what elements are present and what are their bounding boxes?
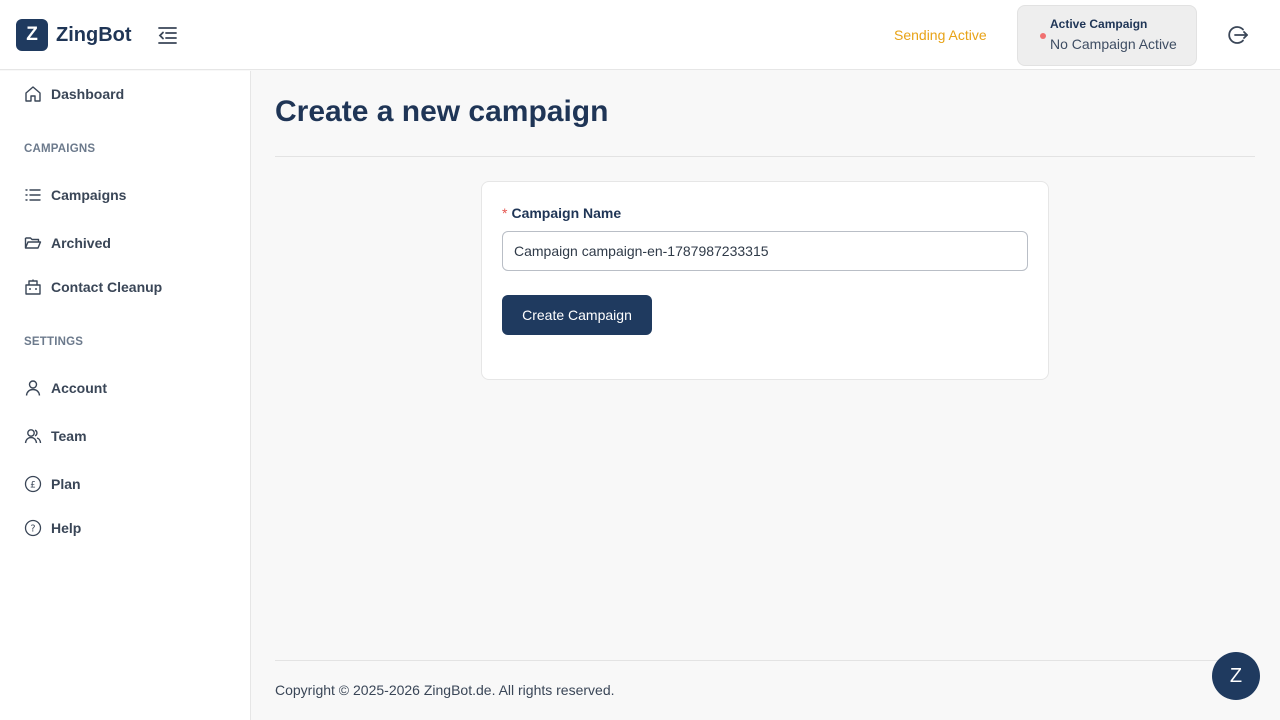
help-circle-icon: ? — [24, 519, 42, 537]
top-header: Z ZingBot Sending Active Active Campaign… — [0, 0, 1280, 70]
sidebar-item-label: Archived — [51, 235, 111, 251]
sidebar-item-label: Plan — [51, 476, 81, 492]
sidebar-item-label: Dashboard — [51, 86, 125, 102]
sending-status: Sending Active — [894, 27, 987, 43]
sidebar-item-label: Account — [51, 380, 107, 396]
campaign-name-input[interactable] — [502, 231, 1028, 271]
campaign-name-label-text: Campaign Name — [511, 205, 622, 221]
page-title: Create a new campaign — [275, 95, 609, 128]
active-campaign-title: Active Campaign — [1050, 17, 1148, 31]
users-icon — [24, 427, 42, 445]
building-icon — [24, 278, 42, 296]
campaign-name-label: * Campaign Name — [502, 205, 621, 221]
sidebar-item-label: Team — [51, 428, 87, 444]
section-label-settings: SETTINGS — [24, 336, 84, 348]
sidebar-item-archived[interactable]: Archived — [24, 231, 111, 255]
logo-mark[interactable]: Z — [16, 19, 48, 51]
folder-open-icon — [24, 234, 42, 252]
active-campaign-value: No Campaign Active — [1050, 36, 1177, 52]
sidebar-item-account[interactable]: Account — [24, 376, 107, 400]
sidebar-item-dashboard[interactable]: Dashboard — [24, 82, 124, 106]
sidebar-item-contact-cleanup[interactable]: Contact Cleanup — [24, 275, 162, 299]
chat-launcher-button[interactable]: Z — [1212, 652, 1260, 700]
sidebar-item-label: Contact Cleanup — [51, 279, 163, 295]
sidebar-item-campaigns[interactable]: Campaigns — [24, 183, 126, 207]
collapse-sidebar-icon[interactable] — [156, 24, 180, 46]
title-divider — [275, 156, 1255, 157]
sidebar-item-label: Help — [51, 520, 82, 536]
app-name[interactable]: ZingBot — [56, 23, 132, 47]
home-icon — [24, 85, 42, 103]
svg-text:£: £ — [30, 481, 36, 491]
section-label-campaigns: CAMPAIGNS — [24, 143, 96, 155]
sidebar-item-team[interactable]: Team — [24, 424, 87, 448]
sidebar-item-plan[interactable]: £ Plan — [24, 472, 81, 496]
logout-icon[interactable] — [1226, 23, 1250, 47]
footer-copyright: Copyright © 2025-2026 ZingBot.de. All ri… — [275, 682, 615, 698]
sidebar-item-help[interactable]: ? Help — [24, 516, 81, 540]
required-marker: * — [502, 205, 508, 221]
create-campaign-form: *Campaign Name Create Campaign — [481, 181, 1049, 380]
footer-divider — [275, 660, 1255, 661]
sidebar-item-label: Campaigns — [51, 187, 127, 203]
svg-text:?: ? — [30, 524, 35, 535]
active-campaign-panel[interactable]: Active Campaign No Campaign Active — [1017, 5, 1197, 66]
create-campaign-button[interactable]: Create Campaign — [502, 295, 652, 335]
pound-icon: £ — [24, 475, 42, 493]
list-icon — [24, 186, 42, 204]
sidebar: Dashboard CAMPAIGNS Campaigns Archived C… — [0, 71, 251, 720]
status-dot — [1040, 33, 1046, 39]
user-icon — [24, 379, 42, 397]
